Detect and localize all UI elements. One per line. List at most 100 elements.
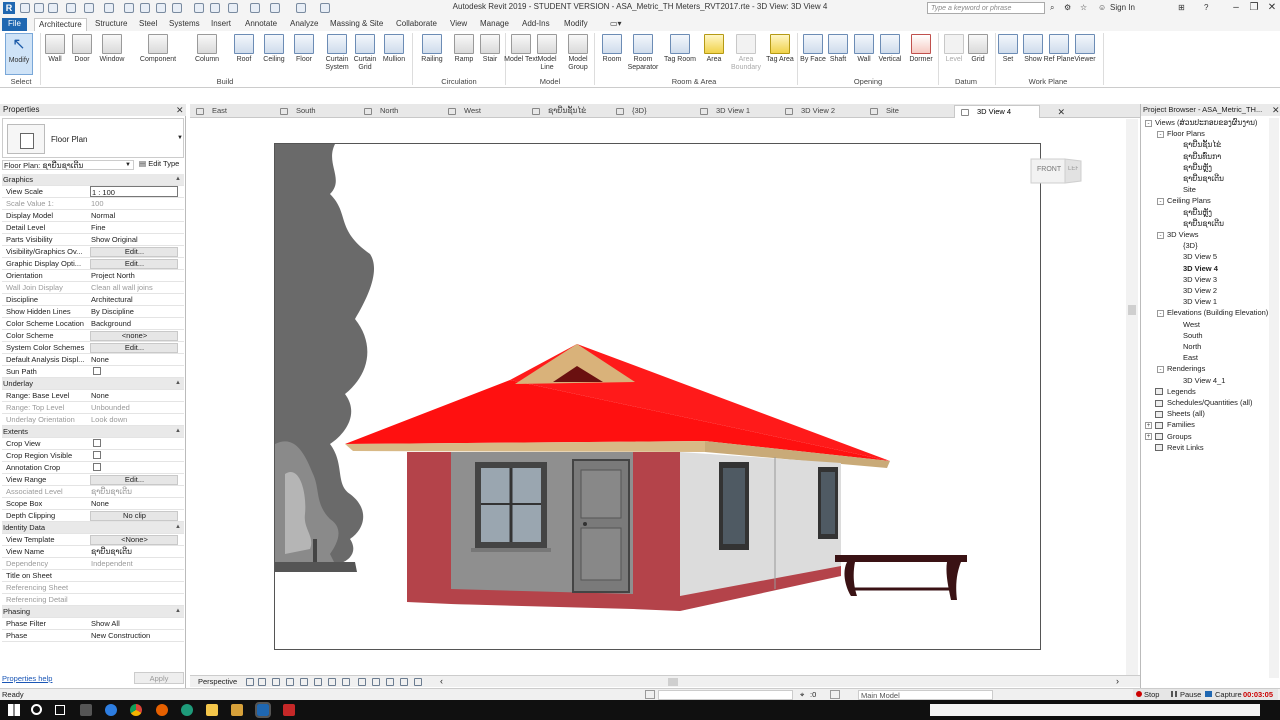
property-value[interactable]: ຊາຍີ່ນຊາເຕີນ	[90, 546, 178, 557]
pdf-reader-icon[interactable]	[283, 704, 295, 716]
design-option-dropdown[interactable]: Main Model	[858, 690, 993, 700]
stair-button[interactable]: Stair	[473, 33, 507, 64]
browser-tree-item[interactable]: Floor Plans	[1167, 129, 1205, 139]
browser-tree-item[interactable]: 3D View 5	[1183, 252, 1217, 262]
property-value[interactable]: Normal	[90, 210, 178, 221]
design-options-icon[interactable]	[830, 690, 840, 699]
property-section-header[interactable]: Phasing ▲	[2, 606, 184, 618]
property-value[interactable]: None	[90, 390, 178, 401]
reveal-hidden-icon[interactable]	[372, 678, 380, 686]
view-instance-dropdown[interactable]: Floor Plan: ຊາຍີ່ນຊາເຕີນ ▼	[2, 160, 134, 170]
browser-tree-item[interactable]: ຊາຍີ່ນຊາເຕີນ	[1183, 174, 1224, 184]
tab-manage[interactable]: Manage	[476, 18, 513, 31]
drawing-vertical-scrollbar[interactable]	[1126, 119, 1138, 675]
stop-icon[interactable]	[1136, 691, 1142, 697]
room-separator-button[interactable]: Room Separator	[626, 33, 660, 72]
browser-tree-item[interactable]: Legends	[1167, 387, 1196, 397]
select-dropdown[interactable]: Select	[4, 77, 38, 86]
browser-tree-item[interactable]: ຊາຍີ່ນຫຼັງ	[1183, 208, 1212, 218]
3d-house-model[interactable]	[275, 144, 1042, 651]
property-section-header[interactable]: Identity Data ▲	[2, 522, 184, 534]
tab-steel[interactable]: Steel	[135, 18, 161, 31]
scrollbar-thumb[interactable]	[1128, 305, 1136, 315]
view-tab-3d-view-2[interactable]: 3D View 2	[779, 105, 863, 118]
tag-area-button[interactable]: Tag Area	[763, 33, 797, 64]
property-edit-button[interactable]: <none>	[90, 331, 178, 341]
property-section-header[interactable]: Extents ▲	[2, 426, 184, 438]
workset-dropdown[interactable]	[658, 690, 793, 700]
pause-button[interactable]: Pause	[1180, 689, 1201, 700]
browser-tree-item[interactable]: Families	[1167, 420, 1195, 430]
edge-icon[interactable]	[105, 704, 117, 716]
tab-view[interactable]: View	[446, 18, 471, 31]
property-checkbox-cell[interactable]	[90, 450, 178, 462]
viewer-button[interactable]: Viewer	[1068, 33, 1102, 64]
expand-icon[interactable]: +	[1145, 433, 1152, 441]
property-value[interactable]: Architectural	[90, 294, 178, 305]
shadows-icon[interactable]	[286, 678, 294, 686]
expand-icon[interactable]: +	[1145, 421, 1152, 429]
property-value[interactable]: Project North	[90, 270, 178, 281]
model-group-button[interactable]: Model Group	[561, 33, 595, 72]
browser-tree-item[interactable]: ຊາຍີ່ນທົ່ນກາ	[1183, 152, 1221, 162]
tab-analyze[interactable]: Analyze	[286, 18, 322, 31]
lock-3d-icon[interactable]	[342, 678, 350, 686]
view-tab-east[interactable]: East	[190, 105, 274, 118]
view-tab-north[interactable]: North	[358, 105, 442, 118]
sign-in-link[interactable]: Sign In	[1110, 3, 1135, 12]
project-browser-close-icon[interactable]: ✕	[1272, 105, 1280, 116]
property-value[interactable]: Show All	[90, 618, 178, 629]
browser-tree-item[interactable]: South	[1183, 331, 1203, 341]
browser-tree-item[interactable]: Sheets (all)	[1167, 409, 1205, 419]
scroll-right-icon[interactable]: ›	[1116, 676, 1119, 686]
property-section-header[interactable]: Underlay ▲	[2, 378, 184, 390]
temporary-hide-icon[interactable]	[358, 678, 366, 686]
column-button[interactable]: Column	[190, 33, 224, 64]
store-icon[interactable]	[80, 704, 92, 716]
properties-help-link[interactable]: Properties help	[2, 674, 52, 683]
browser-tree-item[interactable]: Schedules/Quantities (all)	[1167, 398, 1252, 408]
property-value[interactable]: None	[90, 498, 178, 509]
chrome-icon[interactable]	[130, 704, 142, 716]
render-icon[interactable]	[300, 678, 308, 686]
window-button[interactable]: Window	[95, 33, 129, 64]
browser-tree-item[interactable]: 3D View 2	[1183, 286, 1217, 296]
show-crop-icon[interactable]	[328, 678, 336, 686]
modify-button[interactable]: ↖ Modify	[5, 33, 33, 75]
browser-tree-item[interactable]: East	[1183, 353, 1198, 363]
property-edit-button[interactable]: <None>	[90, 535, 178, 545]
properties-close-icon[interactable]: ✕	[176, 105, 184, 116]
railing-button[interactable]: Railing	[415, 33, 449, 64]
detail-level-icon[interactable]	[246, 678, 254, 686]
view-tab-3d-view-1[interactable]: 3D View 1	[694, 105, 778, 118]
checkbox[interactable]	[93, 463, 101, 471]
collapse-icon[interactable]: ▲	[175, 606, 181, 617]
browser-tree-item[interactable]: 3D View 4	[1183, 264, 1218, 274]
property-value[interactable]: Background	[90, 318, 178, 329]
browser-tree-item[interactable]: Groups	[1167, 432, 1192, 442]
browser-tree-item[interactable]: Elevations (Building Elevation)	[1167, 308, 1268, 318]
browser-tree-item[interactable]: North	[1183, 342, 1201, 352]
property-value[interactable]: Show Original	[90, 234, 178, 245]
stop-button[interactable]: Stop	[1144, 689, 1159, 700]
constraints-icon[interactable]	[414, 678, 422, 686]
floor-button[interactable]: Floor	[287, 33, 321, 64]
viewcube[interactable]: FRONT LEFT	[1019, 157, 1085, 185]
tab-file[interactable]: File	[2, 18, 27, 31]
drawing-area[interactable]: FRONT LEFT	[190, 119, 1126, 675]
close-tab-icon[interactable]: ✕	[1057, 106, 1065, 118]
browser-tree-item[interactable]: Renderings	[1167, 364, 1205, 374]
property-edit-button[interactable]: Edit...	[90, 259, 178, 269]
view-tab-floor-plan[interactable]: ຊາຍີ່ນຊັ້ນໄຂ່	[526, 105, 610, 118]
door-button[interactable]: Door	[65, 33, 99, 64]
collapse-icon[interactable]: ▲	[175, 378, 181, 389]
tab-structure[interactable]: Structure	[91, 18, 131, 31]
viewcube-front-label[interactable]: FRONT	[1037, 166, 1061, 173]
subscription-icon[interactable]: ⚙	[1064, 3, 1071, 12]
browser-tree-item[interactable]: 3D View 1	[1183, 297, 1217, 307]
model-line-button[interactable]: Model Line	[530, 33, 564, 72]
browser-tree-item[interactable]: Site	[1183, 185, 1196, 195]
crop-view-icon[interactable]	[314, 678, 322, 686]
vertical-button[interactable]: Vertical	[873, 33, 907, 64]
tab-systems[interactable]: Systems	[165, 18, 204, 31]
